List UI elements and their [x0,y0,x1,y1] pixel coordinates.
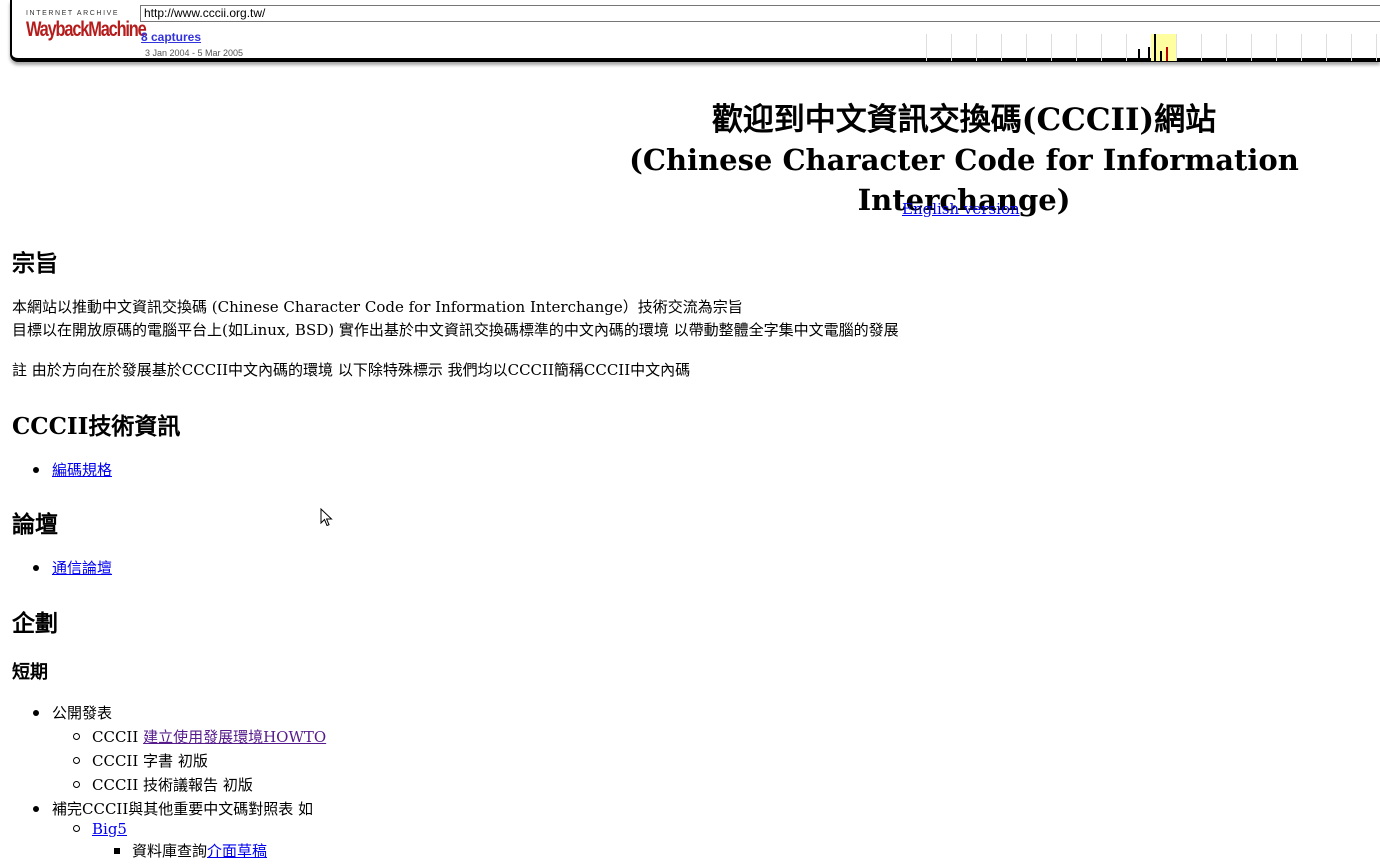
list-item: Big5 [73,819,127,839]
capture-timeline[interactable] [926,34,1380,61]
timeline-divider [951,34,952,61]
capture-bar[interactable] [1154,34,1156,61]
captures-link[interactable]: 8 captures [141,30,201,44]
wayback-toolbar: INTERNET ARCHIVE WaybackMachine http://w… [10,0,1380,62]
list-item: CCCII 技術議報告 初版 [73,776,253,794]
list-item: 編碼規格 [32,460,112,480]
plan-heading: 企劃 [12,610,58,637]
interface-draft-link[interactable]: 介面草稿 [207,842,267,860]
mouse-cursor-icon [320,508,333,527]
wayback-machine-label: WaybackMachine [26,18,147,41]
timeline-divider [1326,34,1327,61]
list-item: 補完CCCII與其他重要中文碼對照表 如 [32,800,314,818]
timeline-divider [1376,34,1377,61]
timeline-divider [976,34,977,61]
short-term-heading: 短期 [12,662,48,683]
timeline-divider [1026,34,1027,61]
purpose-heading: 宗旨 [12,250,58,277]
tech-heading: CCCII技術資訊 [12,413,181,440]
forum-heading: 論壇 [12,511,58,538]
capture-bar[interactable] [1138,49,1140,61]
list-item: 通信論壇 [32,558,112,578]
capture-date-range: 3 Jan 2004 - 5 Mar 2005 [145,48,244,58]
timeline-divider [1076,34,1077,61]
timeline-divider [1301,34,1302,61]
list-item: 公開發表 [32,704,113,722]
capture-bar[interactable] [1148,47,1150,61]
howto-link[interactable]: 建立使用發展環境HOWTO [143,728,326,746]
timeline-divider [1226,34,1227,61]
purpose-line-1: 本網站以推動中文資訊交換碼 (Chinese Character Code fo… [12,298,743,316]
english-version-link[interactable]: English version [902,200,1020,218]
purpose-note: 註 由於方向在於發展基於CCCII中文內碼的環境 以下除特殊標示 我們均以CCC… [12,361,691,379]
timeline-divider [1051,34,1052,61]
capture-bar-selected[interactable] [1166,47,1168,61]
timeline-divider [926,34,927,61]
internet-archive-label: INTERNET ARCHIVE [26,10,120,17]
timeline-divider [1101,34,1102,61]
timeline-divider [1201,34,1202,61]
timeline-divider [1351,34,1352,61]
wayback-logo[interactable]: INTERNET ARCHIVE WaybackMachine [26,10,147,50]
timeline-divider [1126,34,1127,61]
timeline-divider [1251,34,1252,61]
howto-prefix: CCCII [92,728,144,746]
timeline-divider [1276,34,1277,61]
list-item: CCCII 建立使用發展環境HOWTO [72,727,326,747]
purpose-line-2: 目標以在開放原碼的電腦平台上(如Linux, BSD) 實作出基於中文資訊交換碼… [12,321,899,339]
list-item: CCCII 字書 初版 [73,752,208,770]
list-item: 資料庫查詢介面草稿 [113,841,267,861]
big5-link[interactable]: Big5 [92,820,127,838]
database-query-label: 資料庫查詢 [132,842,208,860]
title-chinese: 歡迎到中文資訊交換碼(CCCII)網站 [711,102,1217,138]
encoding-spec-link[interactable]: 編碼規格 [52,461,112,479]
timeline-divider [1176,34,1177,61]
timeline-divider [1001,34,1002,61]
url-input[interactable]: http://www.cccii.org.tw/ [140,5,1380,22]
mailing-forum-link[interactable]: 通信論壇 [52,559,112,577]
capture-bar[interactable] [1160,51,1162,61]
